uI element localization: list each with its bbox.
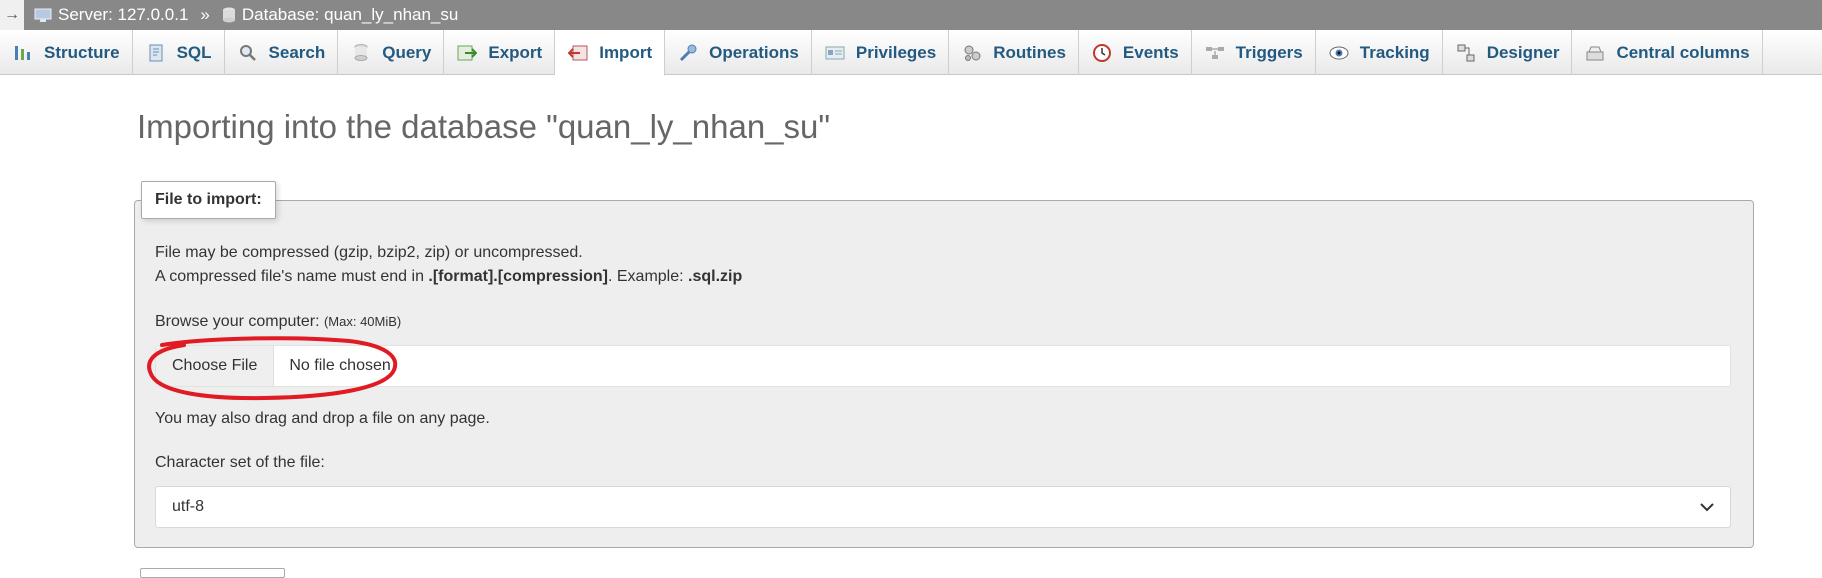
tab-label: Structure [44, 42, 120, 62]
tab-label: Routines [993, 42, 1066, 62]
tab-import[interactable]: Import [555, 30, 666, 76]
tab-export[interactable]: Export [444, 30, 556, 75]
filename-note-prefix: A compressed file's name must end in [155, 268, 429, 285]
tab-label: Query [382, 42, 432, 62]
tab-label: Triggers [1235, 42, 1303, 62]
max-size-label: (Max: 40MiB) [323, 314, 402, 329]
file-status: No file chosen [289, 357, 391, 374]
filename-note: A compressed file's name must end in .[f… [155, 268, 742, 286]
charset-select[interactable]: utf-8 [155, 486, 1731, 528]
chevron-down-icon [1700, 503, 1714, 512]
file-input[interactable]: Choose File No file chosen [155, 345, 1731, 387]
tab-query[interactable]: Query [338, 30, 445, 75]
routines-icon [961, 42, 983, 64]
tab-label: Events [1122, 42, 1179, 62]
tab-sql[interactable]: SQL [133, 30, 225, 75]
filename-note-mid: . Example: [607, 268, 689, 285]
charset-label: Character set of the file: [155, 454, 325, 471]
import-icon [567, 42, 589, 64]
tab-tracking[interactable]: Tracking [1316, 30, 1443, 75]
database-icon [222, 7, 235, 23]
choose-file-button[interactable]: Choose File [156, 346, 275, 386]
tab-label: Designer [1486, 42, 1560, 62]
tab-search[interactable]: Search [225, 30, 339, 75]
tab-operations[interactable]: Operations [665, 30, 812, 75]
tab-label: Central columns [1616, 42, 1750, 62]
tab-label: Export [488, 42, 543, 62]
page-title: Importing into the database "quan_ly_nha… [137, 108, 831, 145]
privileges-icon [824, 42, 846, 64]
filename-note-format: .[format].[compression] [428, 268, 608, 285]
breadcrumb-database-label: Database: quan_ly_nhan_su [241, 5, 459, 24]
export-icon [456, 42, 478, 64]
tab-designer[interactable]: Designer [1443, 30, 1573, 75]
tab-events[interactable]: Events [1079, 30, 1192, 75]
tab-privileges[interactable]: Privileges [812, 30, 950, 75]
tab-label: Privileges [855, 42, 937, 62]
file-import-legend: File to import: [141, 181, 276, 219]
tab-label: Search [268, 42, 326, 62]
tab-structure[interactable]: Structure [0, 30, 133, 75]
query-icon [350, 42, 372, 64]
compress-note: File may be compressed (gzip, bzip2, zip… [155, 244, 583, 261]
next-fieldset-edge [140, 568, 285, 578]
browse-label: Browse your computer: [155, 313, 320, 330]
eye-icon [1328, 42, 1350, 64]
clock-icon [1091, 42, 1113, 64]
charset-value: utf-8 [172, 498, 205, 515]
tab-label: Import [599, 42, 653, 62]
breadcrumb-database[interactable]: Database: quan_ly_nhan_su [222, 5, 458, 25]
tab-label: SQL [176, 42, 212, 62]
structure-icon [12, 42, 34, 64]
tab-label: Operations [709, 42, 799, 62]
designer-icon [1455, 42, 1477, 64]
tab-bar: Structure SQL Search Query Export Import… [0, 30, 1822, 76]
breadcrumb-server[interactable]: Server: 127.0.0.1 [34, 5, 188, 25]
triggers-icon [1204, 42, 1226, 64]
filename-note-example: .sql.zip [688, 268, 743, 285]
breadcrumb-server-label: Server: 127.0.0.1 [58, 5, 189, 24]
browse-label-row: Browse your computer: (Max: 40MiB) [155, 313, 401, 331]
sql-icon [145, 42, 167, 64]
tab-routines[interactable]: Routines [949, 30, 1079, 75]
tab-central-columns[interactable]: Central columns [1572, 30, 1763, 75]
breadcrumb-separator: » [200, 5, 210, 24]
drag-drop-note: You may also drag and drop a file on any… [155, 410, 490, 427]
search-icon [237, 42, 259, 64]
collapse-arrow-icon[interactable]: → [0, 0, 24, 30]
wrench-icon [677, 42, 699, 64]
server-icon [34, 8, 52, 22]
tab-label: Tracking [1359, 42, 1430, 62]
tab-triggers[interactable]: Triggers [1192, 30, 1316, 75]
breadcrumb: → Server: 127.0.0.1 » Database: quan_ly_… [0, 0, 1822, 30]
central-columns-icon [1584, 42, 1606, 64]
